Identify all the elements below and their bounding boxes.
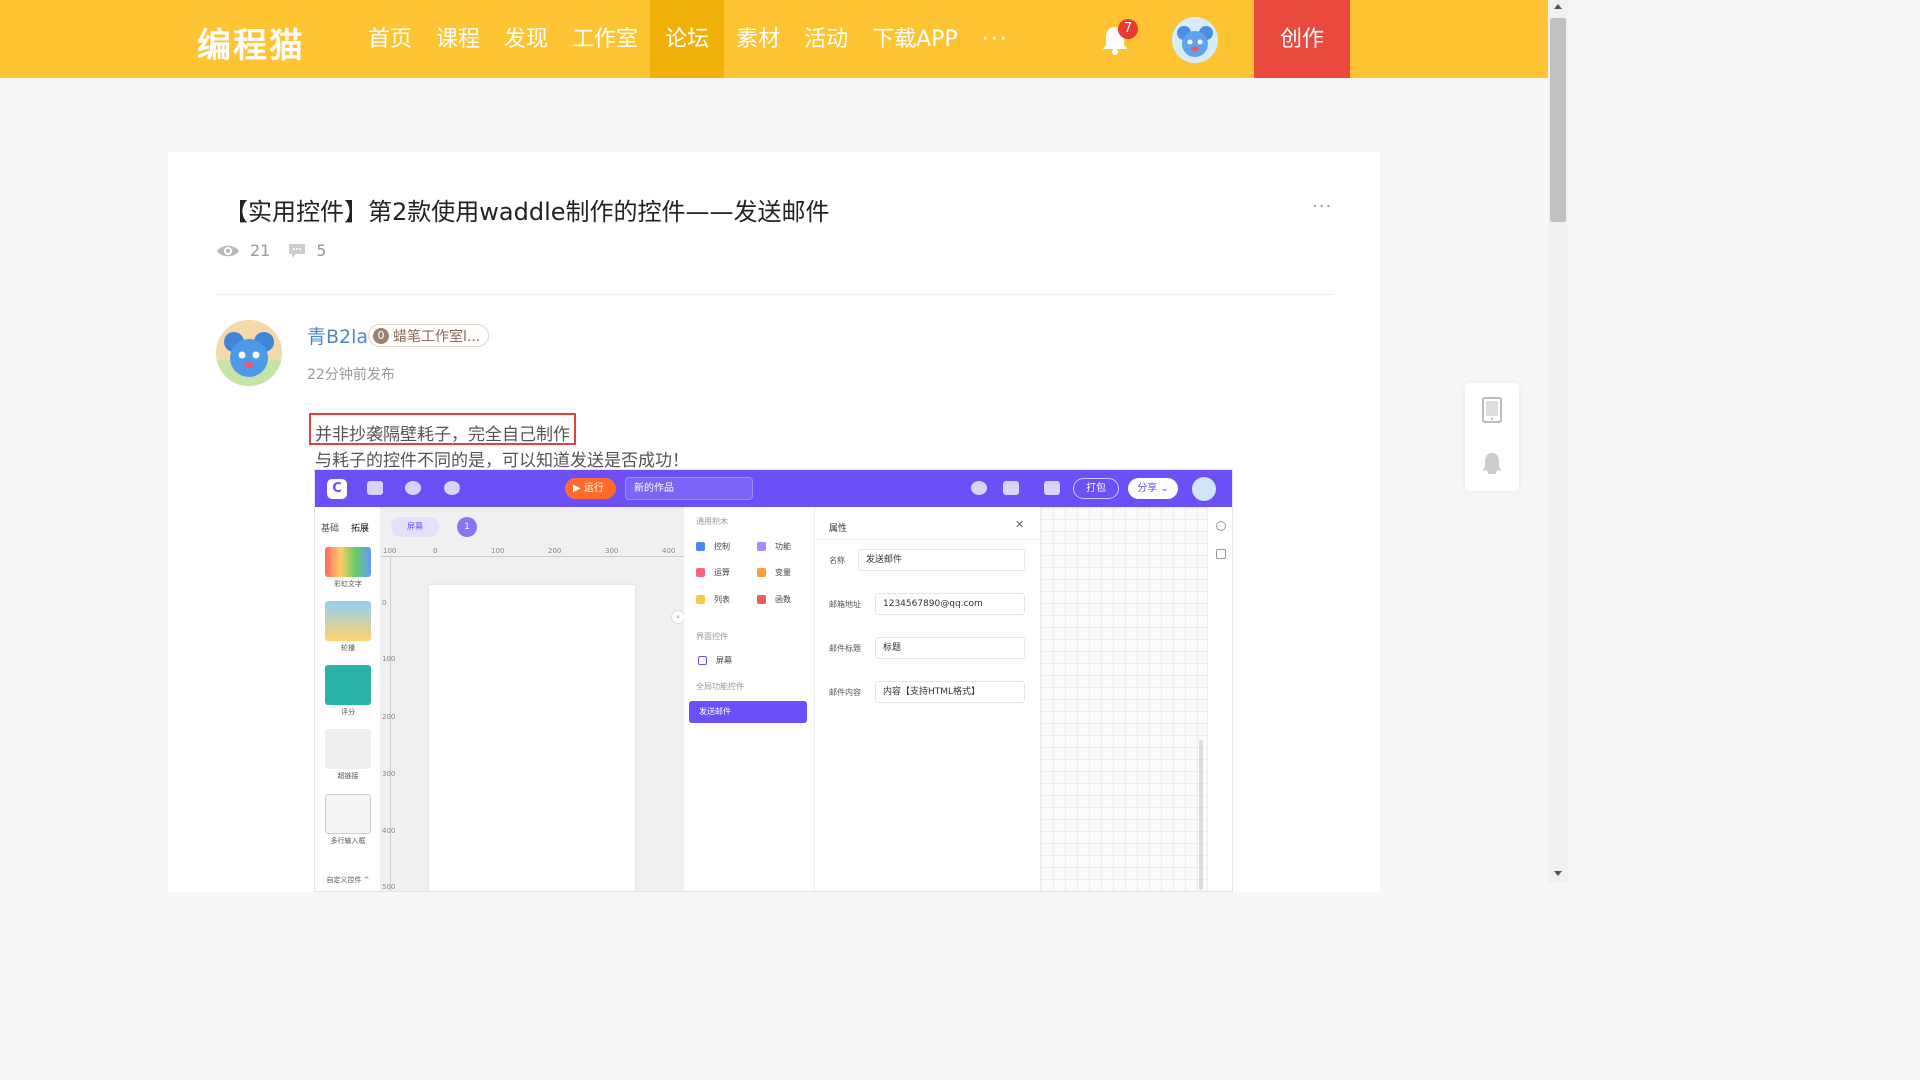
scroll-up-arrow-icon[interactable] — [1554, 4, 1562, 9]
nav-materials[interactable]: 素材 — [724, 0, 792, 78]
comments-bubble-icon — [289, 243, 306, 258]
prop-input-content: 内容【支持HTML格式】 — [875, 681, 1025, 703]
author-avatar[interactable] — [216, 320, 282, 386]
post-title: 【实用控件】第2款使用waddle制作的控件——发送邮件 — [224, 198, 830, 226]
database-icon — [1003, 481, 1019, 495]
ui-widget-screen: 屏幕 — [698, 655, 732, 666]
widget-carousel: 轮播 — [324, 601, 372, 653]
studio-name: 蜡笔工作室l... — [393, 328, 481, 345]
prop-label-subject: 邮件标题 — [829, 644, 861, 653]
studio-level-badge: 0 — [373, 327, 389, 344]
nav-studio[interactable]: 工作室 — [560, 0, 650, 78]
page-number-badge: 1 — [457, 517, 477, 537]
comments-count: 5 — [316, 241, 327, 260]
editor-grid-workspace — [1041, 507, 1207, 891]
global-widgets-header: 全局功能控件 — [696, 682, 744, 691]
post-body-line: 与耗子的控件不同的是，可以知道发送是否成功！ — [315, 451, 689, 471]
screen-chip: 屏幕 — [391, 517, 439, 537]
collaborators-icon — [971, 481, 987, 495]
nav-download-app[interactable]: 下载APP — [860, 0, 970, 78]
properties-title: 属性 — [829, 524, 848, 534]
editor-blocks-pane: 通用积木 控制 功能 运算 变量 列表 函数 界面控件 屏幕 全局功能控件 发送… — [684, 507, 815, 891]
nav-home[interactable]: 首页 — [356, 0, 424, 78]
selected-send-email-widget: 发送邮件 — [689, 701, 807, 723]
post-image-editor-screenshot[interactable]: C ▶ 运行 新的作品 打包 分享 ⌄ 基础 拓展 彩虹文字 轮播 评分 超链接… — [314, 469, 1233, 892]
editor-widget-library: 基础 拓展 彩虹文字 轮播 评分 超链接 多行输入框 自定义控件 ^ — [315, 507, 381, 891]
editor-canvas-area: 屏幕 1 100 0 100 200 300 400 0 100 200 300… — [381, 507, 685, 891]
block-variable: 变量 — [757, 567, 791, 578]
editor-user-avatar — [1192, 477, 1216, 501]
prop-label-name: 名称 — [829, 556, 845, 565]
block-list: 列表 — [696, 594, 730, 605]
widget-rating: 评分 — [324, 665, 372, 717]
author-name-link[interactable]: 青B2la — [307, 322, 368, 349]
editor-work-name: 新的作品 — [625, 477, 753, 500]
settings-menu-icon — [444, 481, 460, 495]
post-timestamp: 22分钟前发布 — [307, 367, 395, 383]
post-stats: 21 5 — [216, 241, 345, 260]
qq-icon[interactable] — [1481, 451, 1503, 477]
nav-events[interactable]: 活动 — [792, 0, 860, 78]
post-body-highlighted-line: 并非抄袭隔壁耗子，完全自己制作 — [309, 413, 576, 445]
properties-close-icon: ✕ — [1015, 518, 1025, 531]
widget-rainbow-text: 彩虹文字 — [324, 547, 372, 589]
nav-forum[interactable]: 论坛 — [650, 0, 725, 78]
floating-side-toolbar — [1465, 383, 1519, 491]
editor-tab-basic: 基础 — [321, 524, 340, 534]
views-eye-icon — [217, 245, 239, 256]
nav-more-button[interactable]: ··· — [970, 0, 1021, 78]
console-icon — [1216, 549, 1226, 559]
create-button[interactable]: 创作 — [1254, 0, 1350, 78]
prop-input-subject: 标题 — [875, 637, 1025, 659]
user-avatar[interactable] — [1172, 17, 1218, 63]
post-card: 【实用控件】第2款使用waddle制作的控件——发送邮件 ··· 21 5 青B… — [168, 152, 1380, 892]
nav-courses[interactable]: 课程 — [424, 0, 492, 78]
widget-hyperlink: 超链接 — [324, 729, 372, 781]
debug-bug-icon — [1216, 521, 1226, 531]
title-divider — [216, 294, 1332, 295]
scroll-thumb[interactable] — [1550, 18, 1566, 222]
nav-discover[interactable]: 发现 — [492, 0, 560, 78]
page-scrollbar[interactable] — [1548, 0, 1568, 882]
prop-label-content: 邮件内容 — [829, 688, 861, 697]
vertical-ruler: 0 100 200 300 400 500 — [381, 557, 395, 891]
block-operator: 运算 — [696, 567, 730, 578]
blocks-header: 通用积木 — [696, 517, 728, 526]
tablet-icon[interactable] — [1481, 397, 1503, 423]
file-menu-icon — [367, 481, 383, 495]
post-more-button[interactable]: ··· — [1312, 196, 1332, 217]
widget-multiline-input: 多行输入框 — [324, 794, 372, 846]
editor-share-button: 分享 ⌄ — [1128, 478, 1178, 499]
ui-widgets-header: 界面控件 — [696, 632, 728, 641]
help-menu-icon — [405, 481, 421, 495]
prop-input-name: 发送邮件 — [858, 549, 1025, 571]
site-logo[interactable]: 编程猫 — [197, 18, 305, 67]
editor-inner-scrollbar — [1199, 740, 1203, 890]
collapse-pane-icon: « — [671, 610, 685, 624]
main-nav: 首页 课程 发现 工作室 论坛 素材 活动 下载APP ··· — [356, 0, 1021, 78]
block-function: 功能 — [757, 541, 791, 552]
horizontal-ruler: 100 0 100 200 300 400 — [381, 547, 684, 557]
editor-properties-pane: 属性 ✕ 名称 发送邮件 邮箱地址 1234567890@qq.com 邮件标题… — [815, 507, 1041, 891]
block-control: 控制 — [696, 541, 730, 552]
editor-run-button: ▶ 运行 — [565, 478, 616, 499]
editor-tab-extend: 拓展 — [351, 524, 370, 534]
top-nav-bar: 编程猫 首页 课程 发现 工作室 论坛 素材 活动 下载APP ··· 7 创作 — [0, 0, 1548, 78]
prop-input-email: 1234567890@qq.com — [875, 593, 1025, 615]
save-icon — [1044, 481, 1060, 495]
editor-pack-button: 打包 — [1073, 478, 1119, 499]
scroll-down-arrow-icon[interactable] — [1554, 871, 1562, 876]
block-functions: 函数 — [757, 594, 791, 605]
prop-label-email: 邮箱地址 — [829, 600, 861, 609]
editor-right-rail — [1207, 507, 1232, 891]
notification-badge: 7 — [1118, 19, 1138, 39]
phone-canvas — [429, 585, 635, 891]
editor-logo: C — [327, 479, 347, 499]
editor-toolbar: C ▶ 运行 新的作品 打包 分享 ⌄ — [315, 470, 1232, 507]
author-studio-tag[interactable]: 0 蜡笔工作室l... — [368, 324, 490, 347]
views-count: 21 — [250, 241, 271, 260]
custom-widgets-footer: 自定义控件 ^ — [326, 876, 370, 884]
